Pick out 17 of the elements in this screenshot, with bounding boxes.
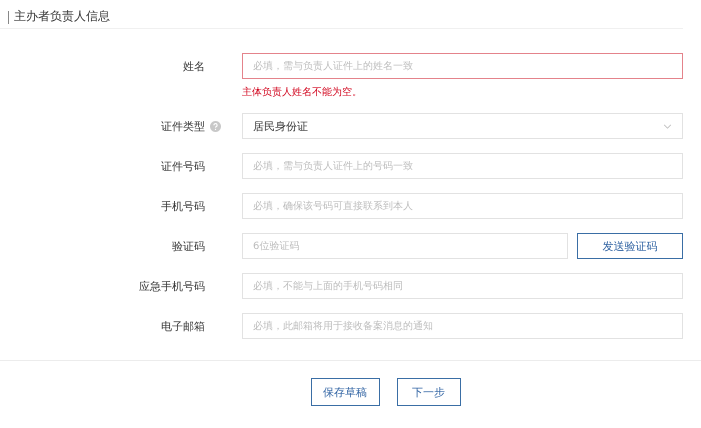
field-label: 证件号码 xyxy=(161,158,205,174)
error-message: 主体负责人姓名不能为空。 xyxy=(242,86,363,99)
next-button[interactable]: 下一步 xyxy=(396,378,460,406)
field-label: 验证码 xyxy=(172,238,205,254)
field-label: 应急手机号码 xyxy=(139,278,205,294)
save-draft-button[interactable]: 保存草稿 xyxy=(310,378,380,406)
select-field[interactable]: 居民身份证 xyxy=(242,113,683,139)
send-code-button[interactable]: 发送验证码 xyxy=(577,233,683,259)
section-title: 主办者负责人信息 xyxy=(14,8,110,24)
title-marker xyxy=(8,10,9,24)
field-label: 电子邮箱 xyxy=(161,318,205,334)
field-label: 姓名 xyxy=(183,58,205,74)
help-icon[interactable] xyxy=(210,120,221,132)
field-label: 手机号码 xyxy=(161,198,205,214)
field-label: 证件类型 xyxy=(161,118,205,134)
input-field[interactable]: 必填，需与负责人证件上的姓名一致 xyxy=(242,53,683,79)
chevron-down-icon xyxy=(663,124,672,128)
